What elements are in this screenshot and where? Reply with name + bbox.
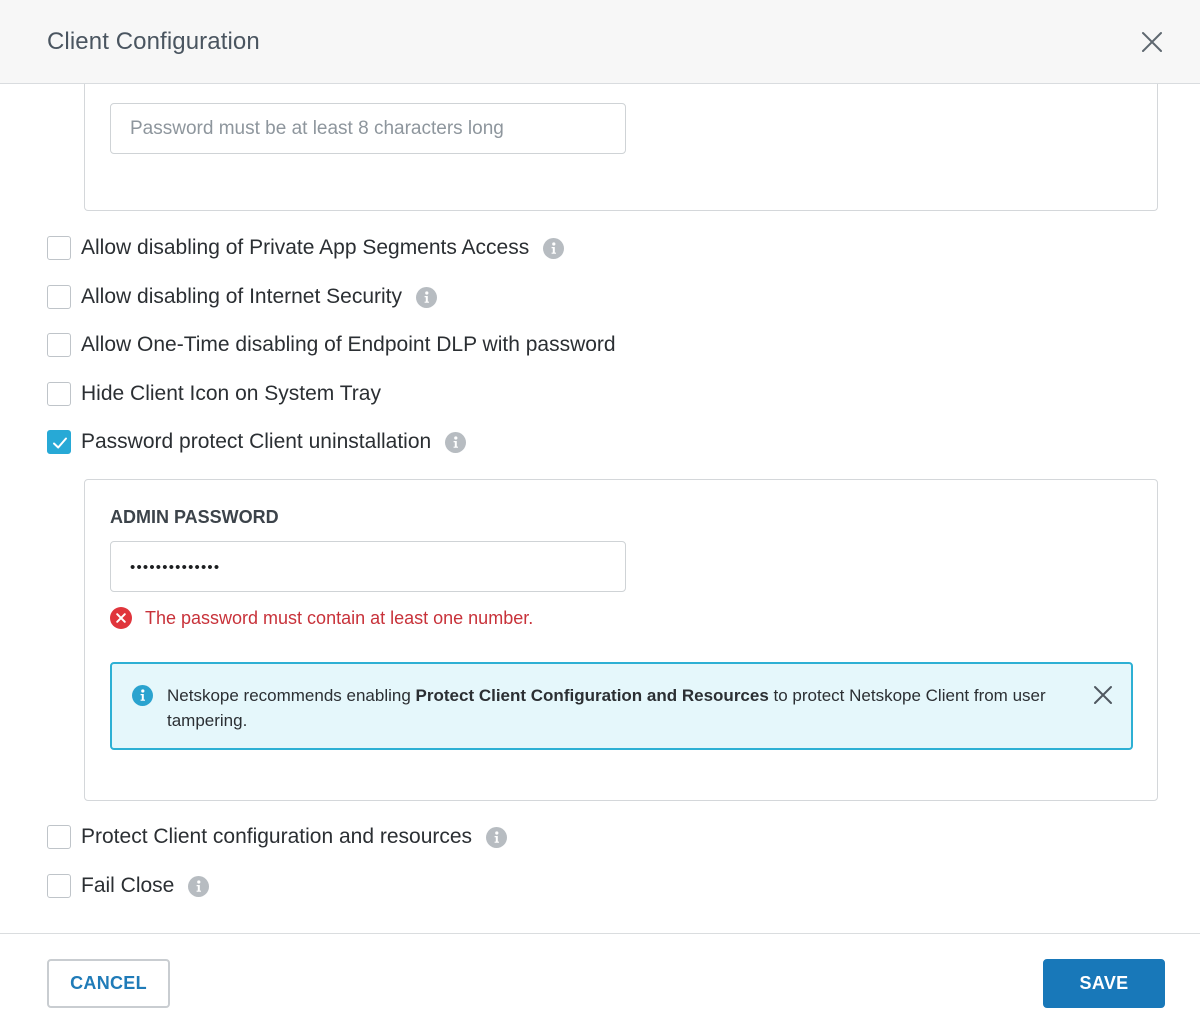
option-label: Allow disabling of Internet Security	[81, 285, 402, 308]
dialog-body[interactable]: Allow disabling of Private App Segments …	[0, 84, 1200, 933]
checkbox-internet-security[interactable]	[47, 285, 71, 309]
option-label: Allow disabling of Private App Segments …	[81, 236, 530, 259]
option-protect-client-config[interactable]: Protect Client configuration and resourc…	[47, 824, 508, 850]
checkbox-fail-close[interactable]	[47, 874, 71, 898]
checkbox-endpoint-dlp[interactable]	[47, 333, 71, 357]
admin-password-label: ADMIN PASSWORD	[110, 507, 279, 527]
error-message: The password must contain at least one n…	[145, 607, 534, 628]
admin-password-subpanel: ADMIN PASSWORD The password must contain…	[84, 479, 1158, 801]
banner-text-before: Netskope recommends enabling	[167, 686, 416, 705]
checkbox-password-protect-uninstall[interactable]	[47, 430, 71, 454]
recommendation-banner: Netskope recommends enabling Protect Cli…	[110, 662, 1133, 750]
option-endpoint-dlp[interactable]: Allow One-Time disabling of Endpoint DLP…	[47, 332, 616, 358]
checkbox-protect-client-config[interactable]	[47, 825, 71, 849]
banner-message: Netskope recommends enabling Protect Cli…	[167, 683, 1087, 733]
password-subpanel	[84, 84, 1158, 211]
checkbox-private-app-segments[interactable]	[47, 236, 71, 260]
option-hide-client-icon[interactable]: Hide Client Icon on System Tray	[47, 381, 381, 407]
close-dialog-button[interactable]	[1138, 28, 1166, 56]
option-label: Allow One-Time disabling of Endpoint DLP…	[81, 333, 616, 356]
banner-dismiss-button[interactable]	[1092, 684, 1114, 706]
checkmark-icon	[53, 437, 67, 449]
cancel-button[interactable]: CANCEL	[47, 959, 170, 1008]
info-icon[interactable]	[188, 875, 210, 897]
option-password-protect-uninstall[interactable]: Password protect Client uninstallation	[47, 429, 467, 455]
option-label: Password protect Client uninstallation	[81, 430, 432, 453]
info-icon[interactable]	[543, 237, 565, 259]
option-label: Protect Client configuration and resourc…	[81, 825, 473, 848]
info-icon[interactable]	[445, 431, 467, 453]
info-icon[interactable]	[416, 286, 437, 308]
info-icon	[132, 685, 153, 706]
save-button[interactable]: SAVE	[1043, 959, 1165, 1008]
admin-password-input[interactable]	[110, 541, 626, 592]
error-icon	[110, 607, 132, 629]
info-icon[interactable]	[486, 826, 508, 848]
option-fail-close[interactable]: Fail Close	[47, 873, 210, 899]
banner-text-bold: Protect Client Configuration and Resourc…	[415, 686, 769, 705]
dialog-header: Client Configuration	[0, 0, 1200, 84]
close-icon	[1142, 32, 1162, 52]
option-private-app-segments[interactable]: Allow disabling of Private App Segments …	[47, 235, 565, 261]
validation-error: The password must contain at least one n…	[110, 607, 533, 629]
dialog-title: Client Configuration	[47, 28, 260, 55]
checkbox-hide-client-icon[interactable]	[47, 382, 71, 406]
option-label: Fail Close	[81, 874, 175, 897]
option-internet-security[interactable]: Allow disabling of Internet Security	[47, 284, 437, 310]
password-input[interactable]	[110, 103, 626, 154]
dialog-footer: CANCEL SAVE	[0, 933, 1200, 1020]
close-icon	[1094, 686, 1112, 704]
option-label: Hide Client Icon on System Tray	[81, 382, 381, 405]
